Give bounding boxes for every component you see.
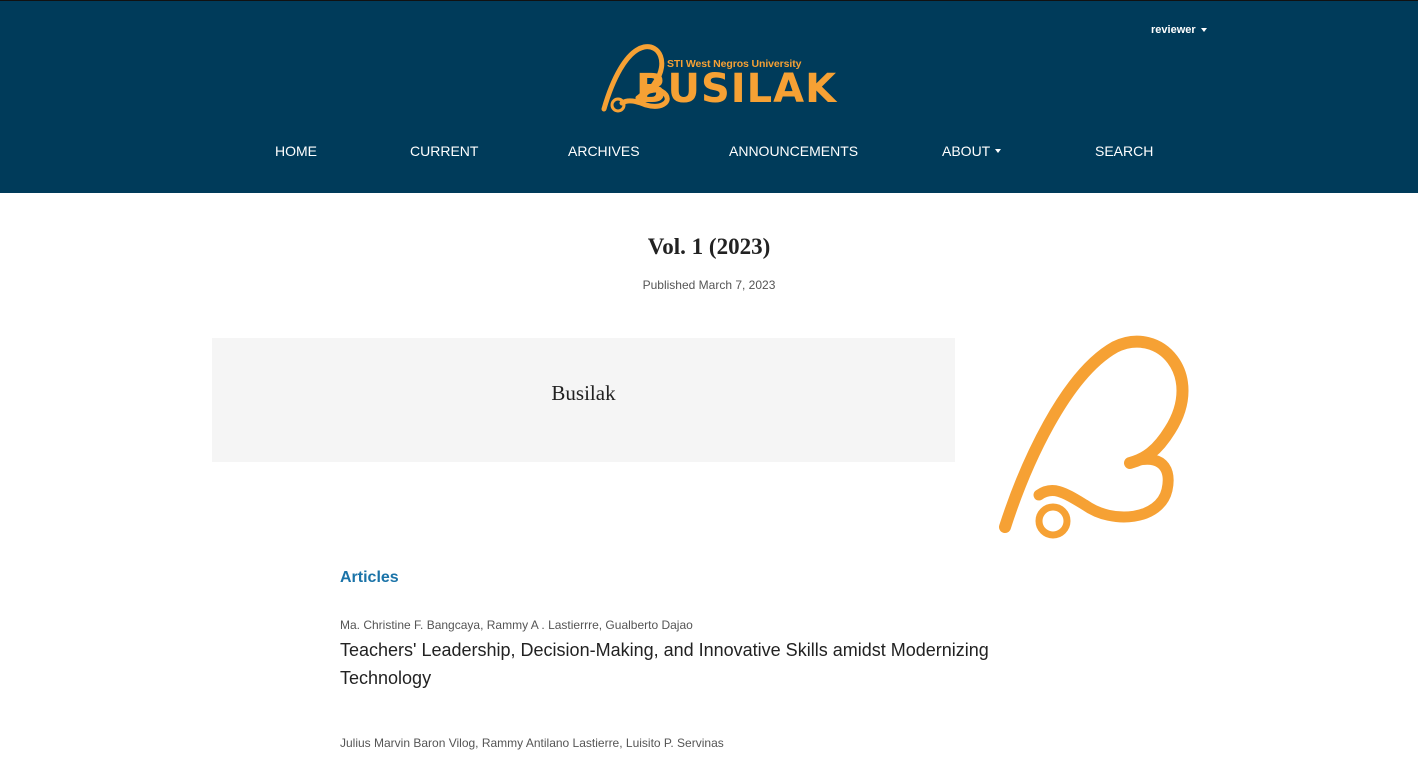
issue-description: Busilak (551, 381, 616, 405)
site-header: reviewer STI West Negros University BUSI… (0, 0, 1418, 193)
nav-announcements[interactable]: ANNOUNCEMENTS (729, 143, 858, 159)
cover-logo-icon (999, 335, 1189, 539)
issue-published-date: Published March 7, 2023 (642, 278, 776, 292)
nav-about-label: ABOUT (942, 143, 991, 159)
nav-current[interactable]: CURRENT (410, 143, 478, 159)
nav-archives[interactable]: ARCHIVES (568, 143, 640, 159)
caret-down-icon (995, 149, 1002, 153)
site-logo[interactable]: STI West Negros University BUSILAK (598, 41, 836, 115)
article-authors: Julius Marvin Baron Vilog, Rammy Antilan… (340, 736, 724, 750)
article-title-line: Teachers' Leadership, Decision-Making, a… (340, 640, 989, 660)
article-title-link[interactable]: Teachers' Leadership, Decision-Making, a… (340, 636, 1020, 692)
issue-cover-image[interactable] (995, 335, 1195, 545)
nav-about[interactable]: ABOUT (942, 143, 1002, 159)
nav-home[interactable]: HOME (275, 143, 317, 159)
issue-description-box: Busilak (212, 338, 955, 462)
issue-title: Vol. 1 (2023) (647, 234, 771, 259)
nav-search[interactable]: SEARCH (1095, 143, 1153, 159)
logo-wordmark: BUSILAK (636, 66, 838, 112)
caret-down-icon (1200, 28, 1207, 32)
article-authors: Ma. Christine F. Bangcaya, Rammy A . Las… (340, 618, 693, 632)
articles-section-title: Articles (340, 569, 399, 586)
article-title-line: Technology (340, 668, 432, 688)
user-menu-label: reviewer (1151, 24, 1196, 36)
user-menu-toggle[interactable]: reviewer (1151, 24, 1207, 36)
